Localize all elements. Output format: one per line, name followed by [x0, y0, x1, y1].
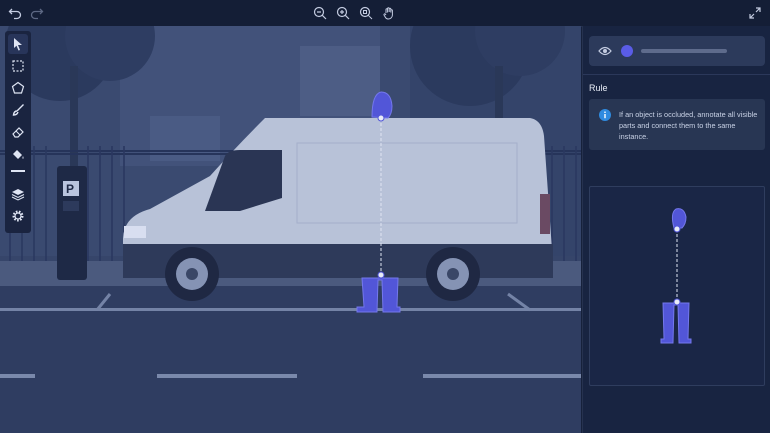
- paint-bucket-icon: [13, 150, 24, 159]
- zoom-out-icon[interactable]: [311, 4, 329, 22]
- layers-tool[interactable]: [8, 184, 28, 204]
- hand-icon[interactable]: [380, 4, 398, 22]
- polygon-icon: [11, 81, 25, 94]
- info-icon: [599, 109, 611, 121]
- panel-divider: [583, 74, 770, 75]
- instance-annotation[interactable]: [0, 26, 581, 433]
- rule-card: If an object is occluded, annotate all v…: [589, 99, 765, 150]
- expand-icon[interactable]: [746, 4, 764, 22]
- layer-name-placeholder: [641, 49, 727, 53]
- top-toolbar: [0, 0, 770, 27]
- brush-tool[interactable]: [8, 100, 28, 120]
- undo-icon[interactable]: [6, 4, 24, 22]
- zoom-fit-icon[interactable]: [357, 4, 375, 22]
- pointer-tool[interactable]: [8, 34, 28, 54]
- zoom-in-icon[interactable]: [334, 4, 352, 22]
- eraser-tool[interactable]: [8, 122, 28, 142]
- redo-icon[interactable]: [28, 4, 46, 22]
- legs-polygon: [356, 277, 401, 313]
- rectangle-select-icon: [12, 60, 24, 72]
- rectangle-tool[interactable]: [8, 56, 28, 76]
- polygon-tool[interactable]: [8, 78, 28, 98]
- image-canvas[interactable]: P: [0, 26, 581, 433]
- layers-icon: [11, 189, 25, 201]
- rule-example-illustration: [589, 186, 765, 386]
- layer-color-swatch: [621, 45, 633, 57]
- settings-tool[interactable]: [8, 206, 28, 226]
- eye-icon[interactable]: [598, 45, 612, 57]
- cursor-icon: [14, 38, 22, 51]
- brush-icon: [12, 104, 24, 116]
- tool-palette: [5, 31, 31, 233]
- layer-item[interactable]: [589, 36, 765, 66]
- gear-icon: [12, 210, 24, 222]
- rule-heading: Rule: [589, 83, 608, 93]
- fill-tool[interactable]: [8, 144, 28, 164]
- eraser-icon: [12, 127, 24, 138]
- occluded-person-example: [660, 208, 692, 344]
- toolbox-divider: [11, 170, 25, 172]
- head-polygon: [371, 91, 393, 119]
- rule-text: If an object is occluded, annotate all v…: [619, 110, 758, 141]
- annotation-panel: Rule If an object is occluded, annotate …: [582, 26, 770, 433]
